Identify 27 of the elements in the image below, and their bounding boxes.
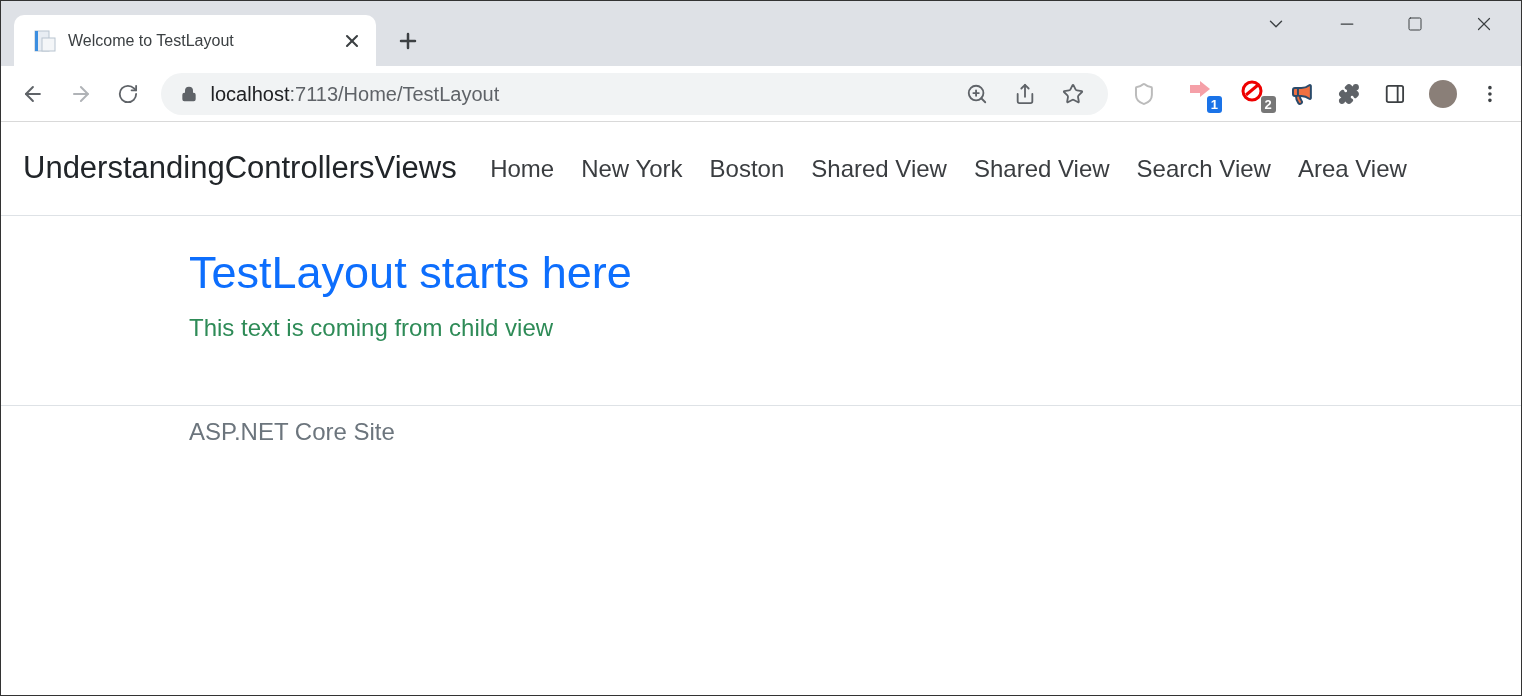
footer-text: ASP.NET Core Site: [189, 418, 395, 445]
nav-link[interactable]: Area View: [1284, 150, 1421, 187]
nav-link[interactable]: Shared View: [960, 150, 1124, 187]
nav-link[interactable]: Search View: [1123, 150, 1285, 187]
nav-link[interactable]: Boston: [696, 150, 798, 187]
extension-badge: 1: [1206, 95, 1222, 113]
tab-title: Welcome to TestLayout: [68, 30, 235, 51]
child-view-text: This text is coming from child view: [189, 313, 555, 343]
brand-link[interactable]: UnderstandingControllersViews: [23, 145, 457, 192]
page-heading: TestLayout starts here: [189, 246, 633, 300]
zoom-icon[interactable]: [966, 82, 989, 105]
maximize-icon[interactable]: [1407, 16, 1423, 32]
extension-badge: 2: [1260, 95, 1276, 113]
avatar[interactable]: [1429, 79, 1458, 108]
nav-link[interactable]: New York: [567, 150, 697, 187]
browser-tab[interactable]: Welcome to TestLayout: [14, 15, 376, 66]
nav-link[interactable]: Home: [476, 150, 568, 187]
star-icon[interactable]: [1062, 82, 1085, 105]
puzzle-icon[interactable]: [1337, 82, 1360, 105]
url-text: localhost:7113/Home/TestLayout: [210, 81, 501, 107]
side-panel-icon[interactable]: [1383, 82, 1406, 105]
reload-icon[interactable]: [116, 82, 139, 105]
lock-icon: [180, 85, 197, 102]
address-bar[interactable]: localhost:7113/Home/TestLayout: [160, 72, 1109, 115]
document-icon: [34, 28, 56, 53]
nav-link[interactable]: Shared View: [797, 150, 961, 187]
megaphone-icon[interactable]: [1289, 81, 1314, 106]
